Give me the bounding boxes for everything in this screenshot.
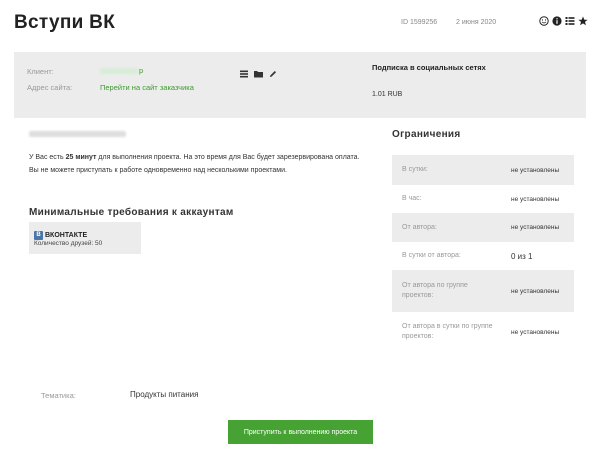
limit-label: От автора в сутки по группе проектов:	[402, 323, 493, 340]
limit-row: В час: не установлены	[392, 185, 574, 213]
friends-requirement: Количество друзей: 50	[34, 240, 103, 247]
limit-value: не установлены	[511, 287, 560, 295]
limit-row: В сутки от автора: 0 из 1	[392, 242, 574, 270]
parallel-notice: Вы не можете приступать к работе одновре…	[29, 167, 287, 174]
limit-label: В сутки от автора:	[402, 252, 461, 259]
smiley-icon[interactable]	[539, 16, 549, 26]
project-date: 2 июня 2020	[456, 19, 497, 26]
limit-value: 0 из 1	[511, 251, 533, 261]
requirements-title: Минимальные требования к аккаунтам	[29, 207, 234, 218]
limit-value: не установлены	[511, 328, 560, 336]
reserve-text-pre: У Вас есть	[29, 154, 66, 161]
info-icon[interactable]	[552, 16, 562, 26]
reserve-notice: У Вас есть 25 минут для выполнения проек…	[29, 151, 389, 164]
theme-label: Тематика:	[41, 391, 76, 400]
reserve-time: 25 минут	[65, 154, 97, 161]
limit-row: От автора в сутки по группе проектов: не…	[392, 312, 574, 352]
theme-value: Продукты питания	[130, 390, 199, 399]
list-icon[interactable]	[240, 65, 248, 83]
list-icon[interactable]	[565, 16, 575, 26]
limit-row: От автора по группе проектов: не установ…	[392, 270, 574, 312]
network-name: ВКОНТАКТЕ	[45, 232, 88, 240]
limits-table: В сутки: не установлены В час: не устано…	[392, 155, 574, 352]
price: 1.01 RUB	[372, 91, 403, 98]
project-id: ID 1599256	[401, 19, 438, 26]
client-site-link[interactable]: Перейти на сайт заказчика	[100, 83, 194, 92]
limit-value: не установлены	[511, 166, 560, 174]
client-name-redacted	[100, 68, 138, 74]
limit-label: От автора:	[402, 223, 437, 231]
vk-icon: В	[34, 231, 43, 241]
category-title: Подписка в социальных сетях	[372, 63, 486, 72]
limit-value: не установлены	[511, 224, 560, 231]
page-title: Вступи ВК	[14, 12, 116, 33]
site-label: Адрес сайта:	[27, 83, 73, 92]
limit-label: От автора по группе проектов:	[402, 282, 468, 299]
pencil-icon[interactable]	[269, 65, 277, 83]
client-name[interactable]: р	[139, 66, 143, 75]
limit-row: От автора: не установлены	[392, 213, 574, 242]
project-tools	[240, 65, 277, 83]
client-label: Клиент:	[27, 67, 54, 76]
start-project-button[interactable]: Приступить к выполнению проекта	[228, 420, 373, 444]
folder-icon[interactable]	[254, 65, 263, 83]
star-icon[interactable]	[578, 16, 588, 26]
limit-label: В час:	[402, 195, 422, 202]
limit-value: не установлены	[511, 195, 560, 203]
header-actions	[539, 16, 588, 26]
limit-label: В сутки:	[402, 166, 428, 173]
author-name-redacted	[29, 131, 126, 137]
limit-row: В сутки: не установлены	[392, 155, 574, 185]
account-requirement-card: В ВКОНТАКТЕ Количество друзей: 50	[29, 222, 141, 254]
limits-title: Ограничения	[392, 129, 461, 140]
reserve-text-post: для выполнения проекта. На это время для…	[96, 154, 360, 161]
